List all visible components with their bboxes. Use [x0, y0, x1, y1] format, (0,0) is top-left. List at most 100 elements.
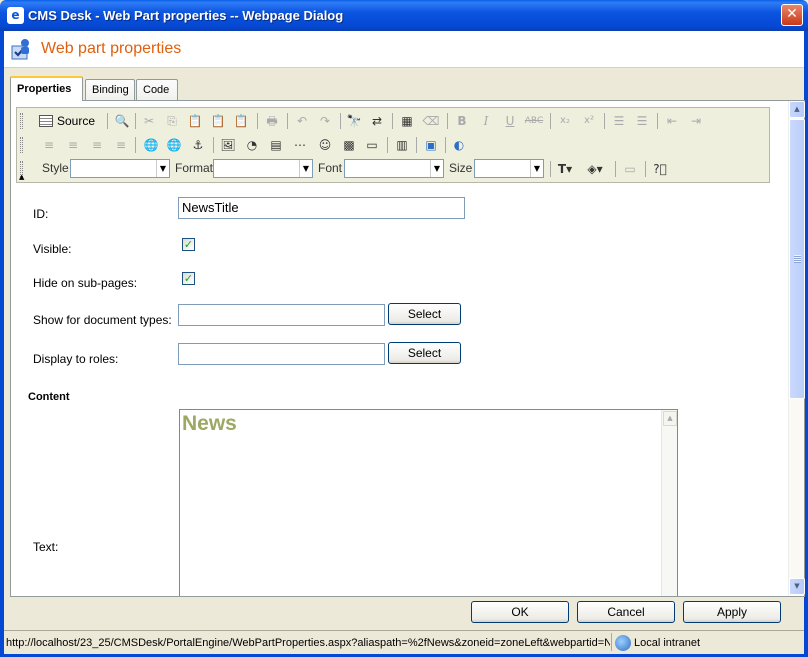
superscript-icon[interactable]: x² — [579, 111, 599, 131]
scrollbar-thumb[interactable] — [789, 119, 805, 399]
scrollbar-grip — [794, 255, 801, 263]
cancel-button[interactable]: Cancel — [577, 601, 675, 623]
visible-label: Visible: — [33, 242, 72, 256]
background-color-icon[interactable]: ◈▾ — [585, 159, 605, 179]
text-color-icon[interactable]: T▾ — [555, 159, 575, 179]
select-all-icon[interactable]: ▦ — [397, 111, 417, 131]
align-left-icon[interactable]: ≡ — [39, 135, 59, 155]
status-bar: http://localhost/23_25/CMSDesk/PortalEng… — [4, 630, 804, 654]
toolbar-separator — [615, 161, 616, 177]
show-blocks-icon[interactable]: ▭ — [620, 159, 640, 179]
insert-image-icon[interactable]: 🖼 — [218, 135, 238, 155]
tab-binding[interactable]: Binding — [85, 79, 135, 101]
apply-button[interactable]: Apply — [683, 601, 781, 623]
underline-icon[interactable]: U — [500, 111, 520, 131]
find-icon[interactable]: 🔭 — [344, 111, 364, 131]
roles-select-button[interactable]: Select — [388, 342, 461, 364]
toolbar-separator — [135, 137, 136, 153]
align-right-icon[interactable]: ≡ — [87, 135, 107, 155]
window-frame-left — [0, 31, 4, 657]
bulleted-list-icon[interactable]: ☰ — [632, 111, 652, 131]
strikethrough-icon[interactable]: ABC — [524, 111, 544, 131]
toolbar-separator — [107, 113, 108, 129]
toolbar-collapse-icon[interactable]: ▲ — [19, 173, 24, 181]
help-icon[interactable]: ?⃞ — [650, 159, 670, 179]
redo-icon[interactable]: ↷ — [315, 111, 335, 131]
scroll-down-button[interactable]: ▼ — [789, 578, 805, 595]
editor-toolbar: Source 🔍 ✂ ⎘ 📋 📋 📋 🖶 ↶ ↷ 🔭 ⇄ ▦ ⌫ B I U A… — [16, 107, 770, 183]
paste-text-icon[interactable]: 📋 — [208, 111, 228, 131]
content-editor[interactable]: News ▲ — [179, 409, 678, 596]
size-select[interactable]: ▼ — [474, 159, 544, 178]
format-select[interactable]: ▼ — [213, 159, 313, 178]
horizontal-rule-icon[interactable]: ⋯ — [290, 135, 310, 155]
insert-table-icon[interactable]: ▤ — [266, 135, 286, 155]
ok-button[interactable]: OK — [471, 601, 569, 623]
status-url: http://localhost/23_25/CMSDesk/PortalEng… — [6, 637, 610, 649]
indent-icon[interactable]: ⇥ — [686, 111, 706, 131]
toolbar-separator — [657, 113, 658, 129]
paste-icon[interactable]: 📋 — [185, 111, 205, 131]
bold-icon[interactable]: B — [452, 111, 472, 131]
hide-on-subpages-label: Hide on sub-pages: — [33, 276, 138, 290]
content-scrollbar[interactable]: ▲ — [661, 410, 677, 596]
document-types-select-button[interactable]: Select — [388, 303, 461, 325]
roles-input[interactable] — [178, 343, 385, 365]
window-title: CMS Desk - Web Part properties -- Webpag… — [28, 8, 344, 23]
size-label: Size — [449, 161, 473, 175]
scroll-up-button[interactable]: ▲ — [789, 101, 805, 118]
inline-widget-icon[interactable]: ▥ — [392, 135, 412, 155]
tab-code[interactable]: Code — [136, 79, 178, 101]
content-heading: Content — [28, 391, 70, 403]
toolbar-separator — [604, 113, 605, 129]
chevron-down-icon: ▼ — [156, 160, 169, 177]
insert-link-icon[interactable]: 🌐 — [141, 135, 161, 155]
insert-media-icon[interactable]: ▣ — [421, 135, 441, 155]
toolbar-separator — [257, 113, 258, 129]
align-center-icon[interactable]: ≡ — [63, 135, 83, 155]
toolbar-separator — [340, 113, 341, 129]
outdent-icon[interactable]: ⇤ — [662, 111, 682, 131]
unlink-icon[interactable]: 🌐 — [164, 135, 184, 155]
visible-checkbox[interactable]: ✓ — [182, 238, 195, 251]
close-button[interactable]: ✕ — [781, 4, 803, 26]
special-char-icon[interactable]: ▩ — [339, 135, 359, 155]
remove-format-icon[interactable]: ⌫ — [421, 111, 441, 131]
anchor-icon[interactable]: ⚓ — [188, 135, 208, 155]
toolbar-separator — [135, 113, 136, 129]
copy-icon[interactable]: ⎘ — [162, 111, 182, 131]
webpart-properties-icon — [11, 39, 29, 60]
insert-flash-icon[interactable]: ◔ — [242, 135, 262, 155]
page-break-icon[interactable]: ▭ — [362, 135, 382, 155]
print-icon[interactable]: 🖶 — [262, 111, 282, 131]
font-select[interactable]: ▼ — [344, 159, 444, 178]
toolbar-separator — [392, 113, 393, 129]
insert-macro-icon[interactable]: ◐ — [449, 135, 469, 155]
id-input[interactable]: NewsTitle — [178, 197, 465, 219]
replace-icon[interactable]: ⇄ — [367, 111, 387, 131]
toolbar-separator — [213, 137, 214, 153]
italic-icon[interactable]: I — [476, 111, 496, 131]
source-button[interactable]: Source — [39, 111, 95, 131]
hide-on-subpages-checkbox[interactable]: ✓ — [182, 272, 195, 285]
preview-icon[interactable]: 🔍 — [112, 111, 132, 131]
toolbar-grip[interactable] — [20, 137, 23, 153]
tab-properties[interactable]: Properties — [10, 76, 83, 101]
window-titlebar: e CMS Desk - Web Part properties -- Webp… — [0, 0, 808, 31]
undo-icon[interactable]: ↶ — [292, 111, 312, 131]
toolbar-row-3: Style ▼ Format ▼ Font ▼ Size ▼ T▾ ◈▾ ▭ ?… — [17, 158, 769, 180]
subscript-icon[interactable]: x₂ — [555, 111, 575, 131]
toolbar-row-1: Source 🔍 ✂ ⎘ 📋 📋 📋 🖶 ↶ ↷ 🔭 ⇄ ▦ ⌫ B I U A… — [17, 110, 769, 132]
style-select[interactable]: ▼ — [70, 159, 170, 178]
smiley-icon[interactable]: ☺ — [315, 135, 335, 155]
toolbar-separator — [447, 113, 448, 129]
security-zone: Local intranet — [634, 637, 701, 649]
main-scrollbar[interactable]: ▲ ▼ — [788, 101, 805, 595]
cut-icon[interactable]: ✂ — [139, 111, 159, 131]
document-types-input[interactable] — [178, 304, 385, 326]
paste-word-icon[interactable]: 📋 — [231, 111, 251, 131]
scroll-up-icon[interactable]: ▲ — [663, 411, 677, 426]
align-justify-icon[interactable]: ≡ — [111, 135, 131, 155]
numbered-list-icon[interactable]: ☰ — [609, 111, 629, 131]
toolbar-grip[interactable] — [20, 113, 23, 129]
